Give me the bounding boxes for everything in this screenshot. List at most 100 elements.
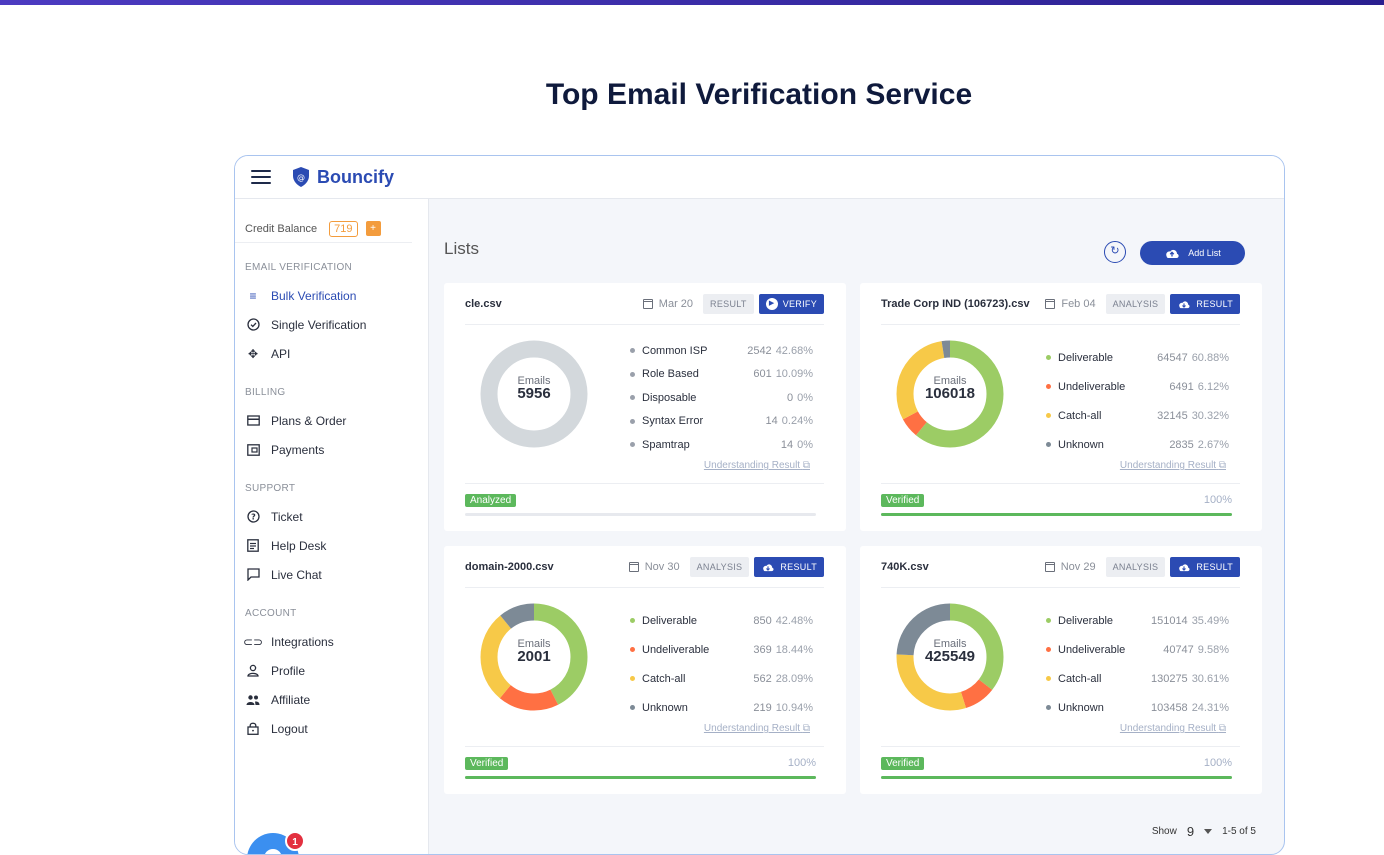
- emails-count: 2001: [517, 648, 551, 665]
- document-icon: [246, 539, 260, 553]
- legend-name: Disposable: [642, 391, 697, 404]
- calendar-icon: [628, 561, 639, 572]
- file-name[interactable]: 740K.csv: [881, 561, 1045, 573]
- progress-fill: [465, 776, 816, 779]
- understanding-result-link[interactable]: Understanding Result ⧉: [704, 723, 810, 734]
- sidebar-item-helpdesk[interactable]: Help Desk: [235, 531, 428, 560]
- legend-count: 40747: [1163, 643, 1194, 656]
- file-name[interactable]: Trade Corp IND (106723).csv: [881, 298, 1045, 310]
- legend-row: Deliverable 850 42.48%: [630, 606, 813, 635]
- legend-dot: [630, 647, 635, 652]
- primary-action-button[interactable]: ▶ VERIFY: [758, 293, 824, 314]
- chevron-down-icon[interactable]: [1204, 829, 1213, 834]
- understanding-result-label: Understanding Result: [703, 723, 801, 734]
- file-name[interactable]: cle.csv: [465, 298, 643, 310]
- sidebar-item-livechat[interactable]: Live Chat: [235, 560, 428, 589]
- sidebar-item-payments[interactable]: Payments: [235, 435, 428, 464]
- legend-name: Undeliverable: [1058, 643, 1126, 656]
- legend-count: 850: [753, 614, 772, 627]
- emails-count: 106018: [924, 385, 976, 402]
- understanding-result-label: Understanding Result: [1119, 460, 1217, 471]
- sidebar-item-ticket[interactable]: ? Ticket: [235, 502, 428, 531]
- sidebar-item-profile[interactable]: Profile: [235, 656, 428, 685]
- section-support: SUPPORT: [245, 483, 296, 494]
- emails-count: 5956: [517, 385, 551, 402]
- understanding-result-label: Understanding Result: [1119, 723, 1217, 734]
- legend-count: 562: [753, 672, 772, 685]
- sidebar-item-api[interactable]: ✥ API: [235, 339, 428, 368]
- legend-percent: 2.67%: [1197, 438, 1229, 451]
- app-name: Bouncify: [317, 166, 395, 187]
- add-credit-button[interactable]: +: [365, 221, 381, 236]
- legend-count: 103458: [1150, 701, 1188, 714]
- bulk-list-icon: ≡: [249, 288, 257, 303]
- progress-bar: [881, 513, 1232, 516]
- legend-count: 369: [753, 643, 772, 656]
- legend-row: Unknown 219 10.94%: [630, 693, 813, 722]
- primary-action-label: VERIFY: [782, 298, 817, 309]
- sidebar-item-label: Help Desk: [271, 538, 327, 553]
- external-link-icon: ⧉: [802, 723, 810, 734]
- legend-count: 14: [780, 438, 794, 451]
- legend-name: Role Based: [642, 368, 699, 381]
- legend-dot: [630, 705, 635, 710]
- svg-text:@: @: [297, 173, 305, 182]
- legend-count: 2835: [1169, 438, 1194, 451]
- secondary-action-button[interactable]: ANALYSIS: [1105, 293, 1166, 314]
- legend-name: Unknown: [642, 701, 688, 714]
- sidebar-item-plans[interactable]: Plans & Order: [235, 406, 428, 435]
- sidebar-item-bulk-verification[interactable]: ≡ Bulk Verification: [235, 281, 428, 310]
- legend-percent: 10.09%: [775, 368, 813, 381]
- logo[interactable]: @ Bouncify: [291, 166, 394, 188]
- chat-notification-badge: 1: [285, 831, 305, 851]
- calendar-icon: [1045, 298, 1056, 309]
- per-page-select[interactable]: 9: [1187, 824, 1194, 839]
- date-text: Nov 30: [644, 560, 680, 573]
- legend-percent: 30.32%: [1191, 409, 1229, 422]
- card-header: domain-2000.csv Nov 30 ANALYSIS RESULT: [465, 546, 824, 588]
- file-name[interactable]: domain-2000.csv: [465, 561, 629, 573]
- legend-name: Deliverable: [642, 614, 698, 627]
- primary-action-button[interactable]: RESULT: [754, 556, 824, 577]
- sidebar-item-integrations[interactable]: ⊂⊃ Integrations: [235, 627, 428, 656]
- legend-row: Unknown 103458 24.31%: [1046, 693, 1229, 722]
- legend-dot: [630, 676, 635, 681]
- secondary-action-button[interactable]: ANALYSIS: [689, 556, 750, 577]
- sidebar-item-label: Profile: [271, 663, 306, 678]
- primary-action-label: RESULT: [1196, 298, 1233, 309]
- page-range: 1-5 of 5: [1222, 826, 1256, 837]
- legend-name: Common ISP: [642, 344, 708, 357]
- sidebar-item-single-verification[interactable]: Single Verification: [235, 310, 428, 339]
- secondary-action-button[interactable]: ANALYSIS: [1105, 556, 1166, 577]
- list-card: cle.csv Mar 20 RESULT ▶ VERIFY Emails 5956 Comm…: [444, 283, 846, 531]
- upload-date: Feb 04: [1045, 298, 1096, 310]
- legend-row: Spamtrap 14 0%: [630, 433, 813, 457]
- refresh-button[interactable]: ↻: [1104, 241, 1126, 263]
- legend-percent: 0%: [797, 391, 813, 404]
- understanding-result-link[interactable]: Understanding Result ⧉: [1120, 460, 1226, 471]
- add-list-button[interactable]: Add List: [1140, 241, 1245, 265]
- receipt-icon: [246, 443, 260, 457]
- legend-dot: [1046, 705, 1051, 710]
- section-account: ACCOUNT: [245, 608, 297, 619]
- primary-action-button[interactable]: RESULT: [1170, 293, 1240, 314]
- legend-percent: 24.31%: [1191, 701, 1229, 714]
- result-legend: Common ISP 2542 42.68% Role Based 601 10.09% D…: [630, 339, 813, 457]
- credit-value: 719: [329, 220, 358, 237]
- legend-percent: 6.12%: [1197, 380, 1229, 393]
- legend-row: Role Based 601 10.09%: [630, 363, 813, 387]
- cloud-download-icon: [1179, 563, 1190, 571]
- svg-text:?: ?: [251, 512, 256, 521]
- upload-date: Nov 29: [1044, 561, 1096, 573]
- sidebar-item-affiliate[interactable]: Affiliate: [235, 685, 428, 714]
- page-title: Lists: [444, 239, 479, 258]
- secondary-action-button[interactable]: RESULT: [703, 293, 754, 314]
- menu-icon[interactable]: [251, 170, 271, 184]
- progress-bar: [465, 513, 816, 516]
- understanding-result-link[interactable]: Understanding Result ⧉: [1120, 723, 1226, 734]
- list-card: Trade Corp IND (106723).csv Feb 04 ANALYSI…: [860, 283, 1262, 531]
- primary-action-button[interactable]: RESULT: [1170, 556, 1240, 577]
- sidebar-item-logout[interactable]: Logout: [235, 714, 428, 743]
- understanding-result-link[interactable]: Understanding Result ⧉: [704, 460, 810, 471]
- legend-row: Disposable 0 0%: [630, 386, 813, 410]
